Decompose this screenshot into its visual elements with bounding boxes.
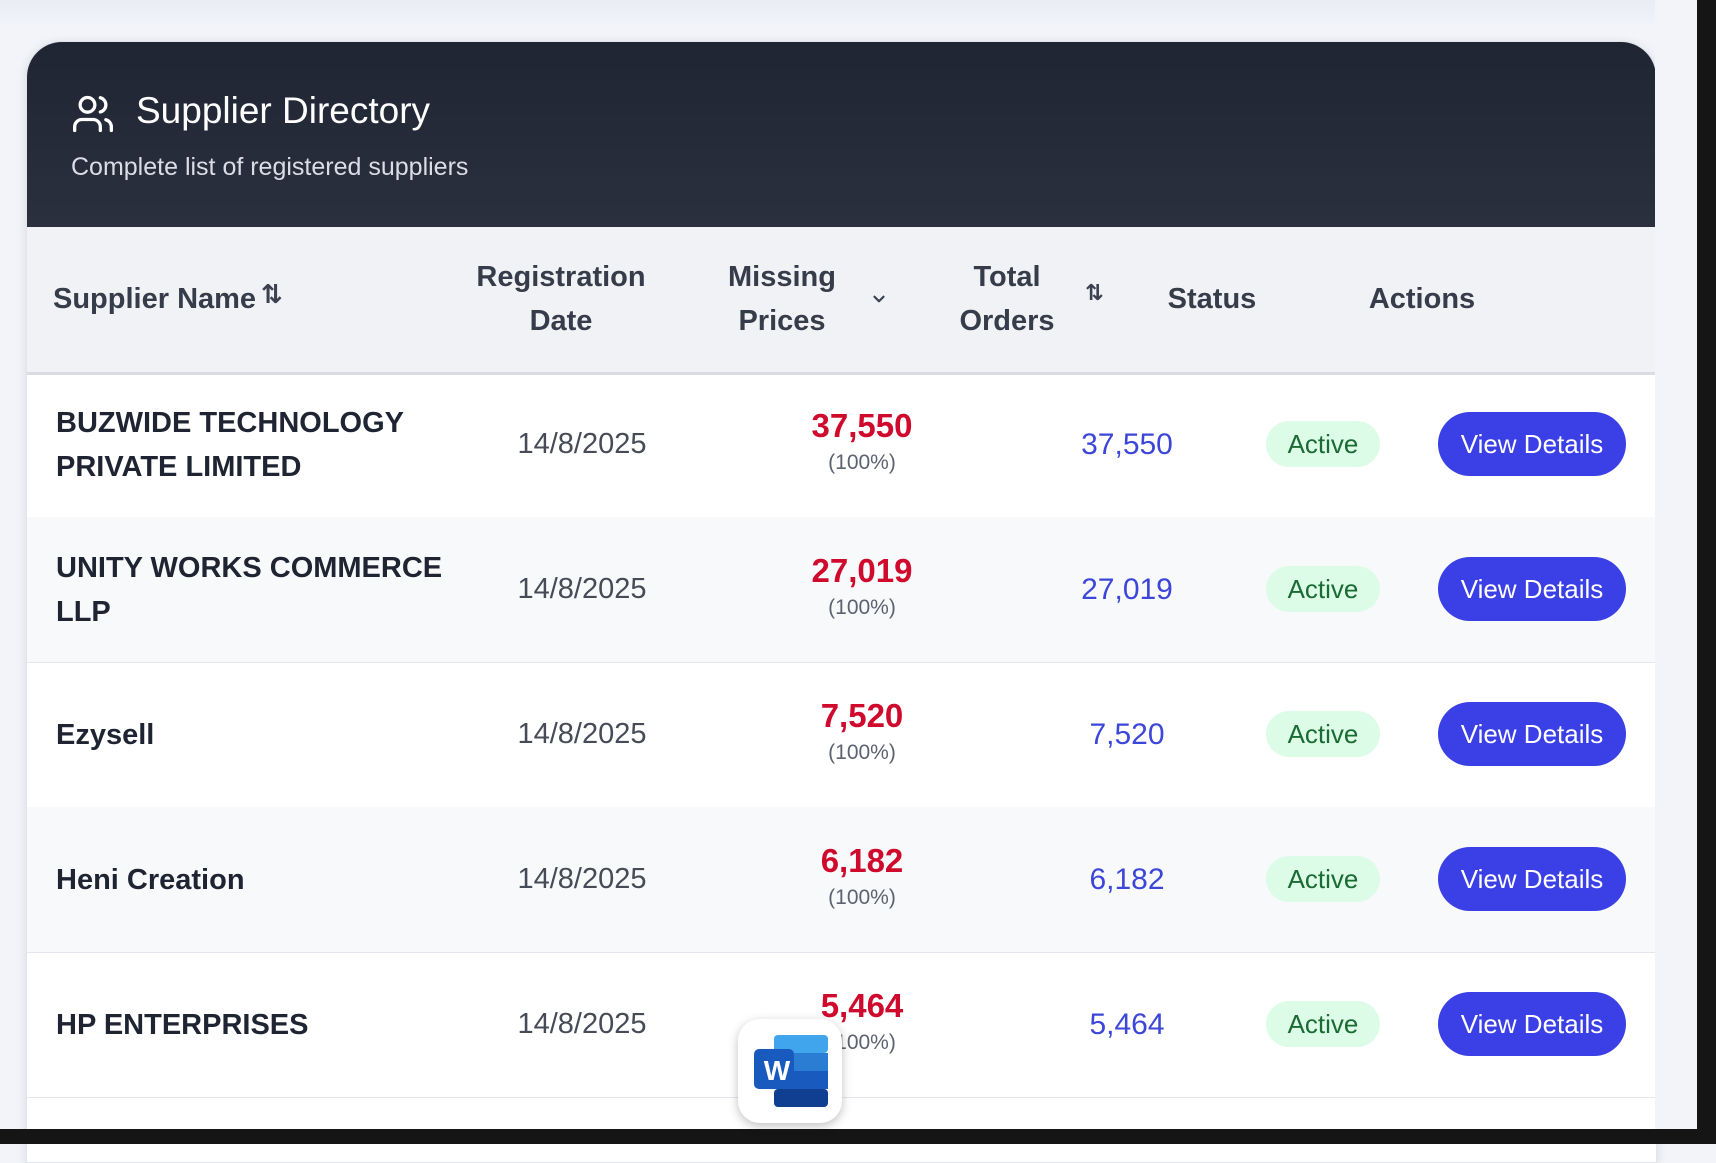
top-strip [0, 0, 1716, 28]
column-label-line: Date [529, 305, 593, 337]
chevron-down-icon[interactable] [870, 290, 888, 308]
missing-prices-cell: 7,520 (100%) [767, 696, 957, 770]
sort-arrows-icon[interactable]: ⇅ [261, 279, 283, 310]
missing-prices-percent: (100%) [828, 451, 896, 474]
missing-prices-percent: (100%) [828, 741, 896, 764]
column-header-registration-date: Registration Date [467, 255, 655, 343]
column-label-line: Prices [738, 305, 826, 337]
column-header-missing-prices[interactable]: Missing Prices [707, 255, 857, 343]
supplier-name[interactable]: UNITY WORKS COMMERCE LLP [56, 517, 456, 662]
screen-border-right [1697, 0, 1716, 1144]
view-details-button[interactable]: View Details [1438, 847, 1626, 911]
column-label: Status [1167, 283, 1257, 315]
column-label-line: Orders [959, 305, 1055, 337]
view-details-button[interactable]: View Details [1438, 412, 1626, 476]
registration-date: 14/8/2025 [517, 718, 647, 750]
supplier-name-line: HP ENTERPRISES [56, 1008, 309, 1041]
table-row: Heni Creation 14/8/2025 6,182 (100%) 6,1… [27, 807, 1656, 953]
supplier-name-line: PRIVATE LIMITED [56, 450, 302, 483]
missing-prices-cell: 6,182 (100%) [767, 841, 957, 915]
missing-prices-value: 6,182 [820, 842, 904, 879]
column-header-supplier-name[interactable]: Supplier Name [53, 277, 256, 321]
status-badge: Active [1266, 856, 1380, 902]
supplier-name-line: Heni Creation [56, 863, 245, 896]
status-badge: Active [1266, 1001, 1380, 1047]
missing-prices-cell: 27,019 (100%) [767, 551, 957, 625]
missing-prices-percent: (100%) [828, 886, 896, 909]
total-orders-value: 7,520 [1089, 718, 1165, 751]
missing-prices-percent: (100%) [828, 596, 896, 619]
supplier-name[interactable]: BUZWIDE TECHNOLOGY PRIVATE LIMITED [56, 372, 456, 517]
page-subtitle: Complete list of registered suppliers [71, 153, 469, 181]
column-label: Actions [1368, 283, 1476, 315]
supplier-directory-card: Supplier Directory Complete list of regi… [26, 41, 1657, 1163]
supplier-name[interactable]: Heni Creation [56, 807, 456, 952]
registration-date: 14/8/2025 [517, 1008, 647, 1040]
missing-prices-cell: 37,550 (100%) [767, 406, 957, 480]
supplier-name-line: BUZWIDE TECHNOLOGY [56, 406, 404, 439]
table-row: Ezysell 14/8/2025 7,520 (100%) 7,520 Act… [27, 662, 1656, 808]
column-label-line: Total [973, 261, 1041, 293]
window-margin [1655, 0, 1697, 1144]
total-orders-value: 37,550 [1081, 428, 1173, 461]
supplier-name[interactable]: HP ENTERPRISES [56, 952, 456, 1097]
missing-prices-value: 37,550 [811, 407, 913, 444]
view-details-button[interactable]: View Details [1438, 992, 1626, 1056]
screen-border-bottom [0, 1129, 1716, 1144]
status-badge: Active [1266, 421, 1380, 467]
table-row: BUZWIDE TECHNOLOGY PRIVATE LIMITED 14/8/… [27, 372, 1656, 518]
column-header-actions: Actions [1347, 277, 1497, 321]
total-orders-value: 27,019 [1081, 573, 1173, 606]
users-icon [73, 95, 113, 133]
total-orders-value: 5,464 [1089, 1008, 1165, 1041]
column-label: Supplier Name [53, 283, 257, 315]
view-details-button[interactable]: View Details [1438, 702, 1626, 766]
word-logo-letter: W [763, 1055, 791, 1086]
column-header-total-orders[interactable]: Total Orders [957, 255, 1057, 343]
total-orders-value: 6,182 [1089, 863, 1165, 896]
supplier-name-line: Ezysell [56, 718, 155, 751]
column-header-status: Status [1157, 277, 1267, 321]
registration-date: 14/8/2025 [517, 573, 647, 605]
missing-prices-value: 7,520 [820, 697, 904, 734]
view-details-button[interactable]: View Details [1438, 557, 1626, 621]
card-header: Supplier Directory Complete list of regi… [27, 42, 1656, 227]
sort-arrows-icon[interactable]: ⇅ [1085, 280, 1103, 306]
table-row: UNITY WORKS COMMERCE LLP 14/8/2025 27,01… [27, 517, 1656, 663]
supplier-name-line: UNITY WORKS COMMERCE [56, 551, 443, 584]
registration-date: 14/8/2025 [517, 863, 647, 895]
supplier-name-line: LLP [56, 595, 111, 628]
supplier-name[interactable]: Ezysell [56, 662, 456, 807]
column-label-line: Missing [728, 261, 836, 293]
word-app-icon[interactable]: W [738, 1019, 842, 1123]
page-title: Supplier Directory [136, 90, 431, 131]
status-badge: Active [1266, 711, 1380, 757]
status-badge: Active [1266, 566, 1380, 612]
table-header: Supplier Name ⇅ Registration Date Missin… [27, 227, 1656, 375]
column-label-line: Registration [476, 261, 646, 293]
registration-date: 14/8/2025 [517, 428, 647, 460]
missing-prices-value: 27,019 [811, 552, 913, 589]
